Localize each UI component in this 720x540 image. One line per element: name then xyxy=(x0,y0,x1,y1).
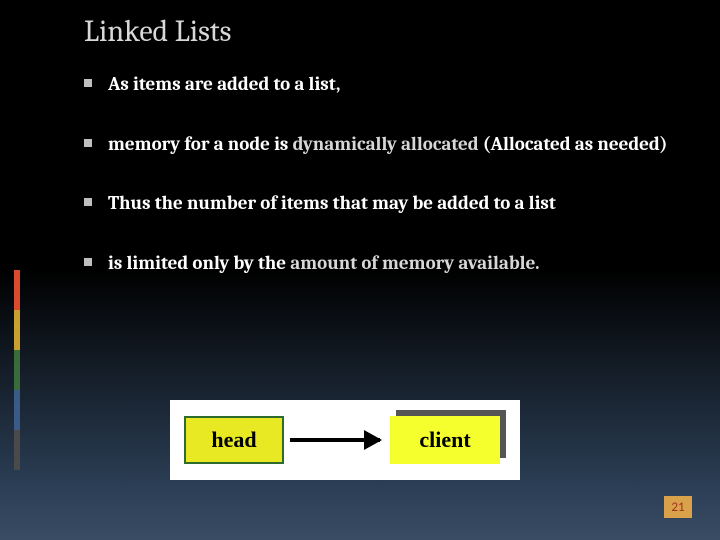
page-number: 21 xyxy=(664,496,692,518)
left-accent-bar xyxy=(14,270,20,470)
linked-list-diagram: head client xyxy=(170,400,520,480)
bullet-text: (Allocated as needed) xyxy=(483,133,668,155)
bullet-text: As items are added to a list, xyxy=(108,73,340,95)
slide: Linked Lists As items are added to a lis… xyxy=(0,0,720,540)
bullet-highlight: amount of memory available. xyxy=(290,252,539,274)
diagram-client-box: client xyxy=(390,416,500,464)
bullet-item: Thus the number of items that may be add… xyxy=(84,191,674,217)
arrow-icon xyxy=(290,438,380,442)
bullet-item: is limited only by the amount of memory … xyxy=(84,251,674,277)
bullet-highlight: dynamically allocated xyxy=(293,133,483,155)
diagram-head-box: head xyxy=(184,416,284,464)
bullet-text: is limited only by the xyxy=(108,252,290,274)
bullet-list: As items are added to a list, memory for… xyxy=(84,72,674,311)
slide-title: Linked Lists xyxy=(84,14,231,49)
bullet-item: memory for a node is dynamically allocat… xyxy=(84,132,674,158)
bullet-item: As items are added to a list, xyxy=(84,72,674,98)
bullet-text: Thus the number of items that may be add… xyxy=(108,192,556,214)
bullet-text: memory for a node is xyxy=(108,133,293,155)
